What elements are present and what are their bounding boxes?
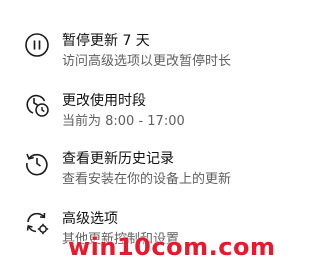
- update-history-title: 查看更新历史记录: [62, 151, 174, 167]
- site-watermark: win10com.com: [68, 233, 276, 261]
- update-history-description: 查看安装在你的设备上的更新: [62, 172, 232, 187]
- pause-updates-title: 暂停更新 7 天: [62, 33, 150, 49]
- pause-updates-option[interactable]: 暂停更新 7 天 访问高级选项以更改暂停时长: [0, 32, 284, 92]
- sync-gear-icon: [24, 210, 50, 236]
- active-hours-title: 更改使用时段: [62, 93, 146, 109]
- history-icon: [24, 150, 50, 176]
- pause-circle-icon: [24, 32, 50, 58]
- update-history-option[interactable]: 查看更新历史记录 查看安装在你的设备上的更新: [0, 150, 284, 210]
- active-hours-description: 当前为 8:00 - 17:00: [62, 114, 185, 129]
- clock-schedule-icon: [24, 92, 50, 118]
- active-hours-option[interactable]: 更改使用时段 当前为 8:00 - 17:00: [0, 92, 284, 152]
- pause-updates-description: 访问高级选项以更改暂停时长: [62, 54, 232, 69]
- advanced-options-title: 高级选项: [62, 211, 118, 227]
